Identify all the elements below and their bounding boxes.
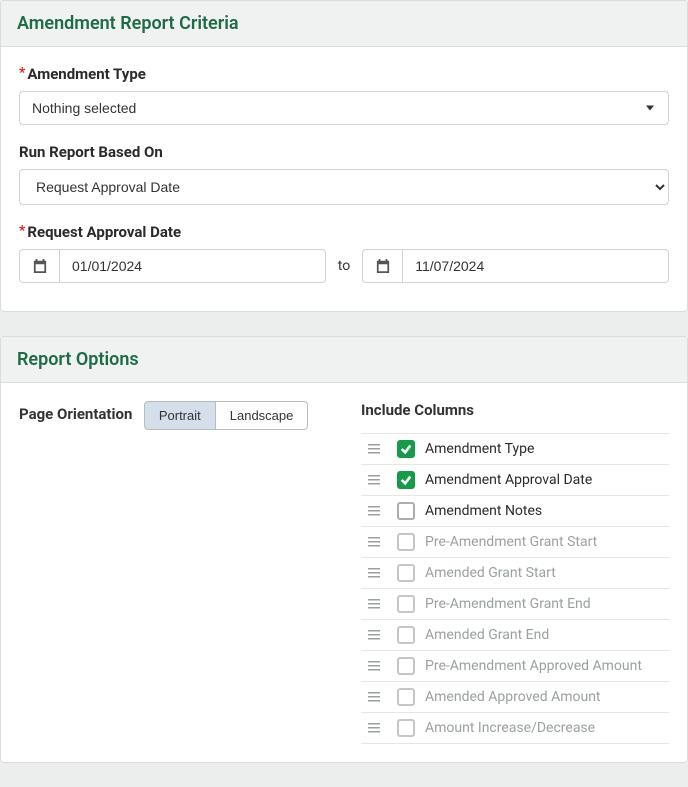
drag-handle[interactable] [361, 691, 387, 703]
drag-icon [368, 567, 380, 579]
drag-icon [368, 505, 380, 517]
drag-handle[interactable] [361, 567, 387, 579]
required-asterisk: * [19, 223, 25, 239]
amendment-type-dropdown[interactable]: Nothing selected [19, 91, 669, 125]
column-label: Amended Grant End [425, 627, 549, 643]
criteria-body: *Amendment Type Nothing selected Run Rep… [1, 47, 687, 311]
column-checkbox[interactable] [397, 471, 415, 489]
column-item: Pre-Amendment Approved Amount [361, 651, 669, 682]
options-body: Page Orientation Portrait Landscape Incl… [1, 383, 687, 762]
column-label: Pre-Amendment Approved Amount [425, 658, 642, 674]
date-from-wrap [19, 249, 326, 283]
amendment-type-label: Amendment Type [27, 65, 146, 83]
drag-handle[interactable] [361, 505, 387, 517]
drag-icon [368, 660, 380, 672]
drag-handle[interactable] [361, 598, 387, 610]
column-item: Amended Approved Amount [361, 682, 669, 713]
column-item: Amendment Notes [361, 496, 669, 527]
date-range-label: Request Approval Date [27, 223, 181, 241]
drag-icon [368, 443, 380, 455]
columns-section: Include Columns Amendment TypeAmendment … [361, 401, 669, 744]
drag-icon [368, 474, 380, 486]
column-item: Amendment Approval Date [361, 465, 669, 496]
column-label: Amendment Type [425, 441, 534, 457]
date-to-wrap [362, 249, 669, 283]
column-checkbox[interactable] [397, 533, 415, 551]
drag-icon [368, 536, 380, 548]
criteria-panel: Amendment Report Criteria *Amendment Typ… [0, 0, 688, 312]
date-range-group: *Request Approval Date to [19, 223, 669, 283]
column-label: Amendment Approval Date [425, 472, 592, 488]
column-item: Amount Increase/Decrease [361, 713, 669, 744]
orientation-section: Page Orientation Portrait Landscape [19, 401, 331, 744]
columns-list: Amendment Type Amendment Approval Date Ame… [361, 433, 669, 744]
drag-icon [368, 629, 380, 641]
drag-handle[interactable] [361, 629, 387, 641]
drag-icon [368, 598, 380, 610]
criteria-header: Amendment Report Criteria [1, 1, 687, 47]
orientation-portrait-button[interactable]: Portrait [144, 401, 216, 430]
column-item: Amended Grant Start [361, 558, 669, 589]
date-to-calendar-button[interactable] [362, 249, 402, 283]
column-checkbox[interactable] [397, 502, 415, 520]
column-label: Amendment Notes [425, 503, 542, 519]
options-header: Report Options [1, 337, 687, 383]
amendment-type-value: Nothing selected [32, 100, 136, 116]
required-asterisk: * [19, 65, 25, 81]
column-checkbox[interactable] [397, 564, 415, 582]
calendar-icon [376, 259, 390, 273]
orientation-label: Page Orientation [19, 405, 132, 423]
drag-handle[interactable] [361, 474, 387, 486]
amendment-type-group: *Amendment Type Nothing selected [19, 65, 669, 125]
column-item: Pre-Amendment Grant Start [361, 527, 669, 558]
drag-handle[interactable] [361, 722, 387, 734]
column-label: Amount Increase/Decrease [425, 720, 595, 736]
date-to-input[interactable] [402, 249, 669, 283]
columns-label: Include Columns [361, 401, 669, 419]
drag-handle[interactable] [361, 536, 387, 548]
run-based-label: Run Report Based On [19, 143, 163, 161]
date-from-input[interactable] [59, 249, 326, 283]
column-label: Pre-Amendment Grant Start [425, 534, 597, 550]
run-based-select[interactable]: Request Approval Date [19, 169, 669, 205]
column-item: Pre-Amendment Grant End [361, 589, 669, 620]
column-checkbox[interactable] [397, 688, 415, 706]
column-checkbox[interactable] [397, 626, 415, 644]
calendar-icon [33, 259, 47, 273]
drag-icon [368, 722, 380, 734]
orientation-toggle: Portrait Landscape [144, 401, 309, 430]
column-item: Amendment Type [361, 434, 669, 465]
column-checkbox[interactable] [397, 440, 415, 458]
column-label: Amended Grant Start [425, 565, 556, 581]
drag-handle[interactable] [361, 443, 387, 455]
drag-handle[interactable] [361, 660, 387, 672]
column-label: Pre-Amendment Grant End [425, 596, 591, 612]
column-checkbox[interactable] [397, 719, 415, 737]
date-from-calendar-button[interactable] [19, 249, 59, 283]
column-label: Amended Approved Amount [425, 689, 601, 705]
date-to-label: to [338, 258, 350, 274]
column-checkbox[interactable] [397, 657, 415, 675]
column-item: Amended Grant End [361, 620, 669, 651]
drag-icon [368, 691, 380, 703]
orientation-landscape-button[interactable]: Landscape [216, 401, 309, 430]
column-checkbox[interactable] [397, 595, 415, 613]
run-based-group: Run Report Based On Request Approval Dat… [19, 143, 669, 205]
date-range-row: to [19, 249, 669, 283]
